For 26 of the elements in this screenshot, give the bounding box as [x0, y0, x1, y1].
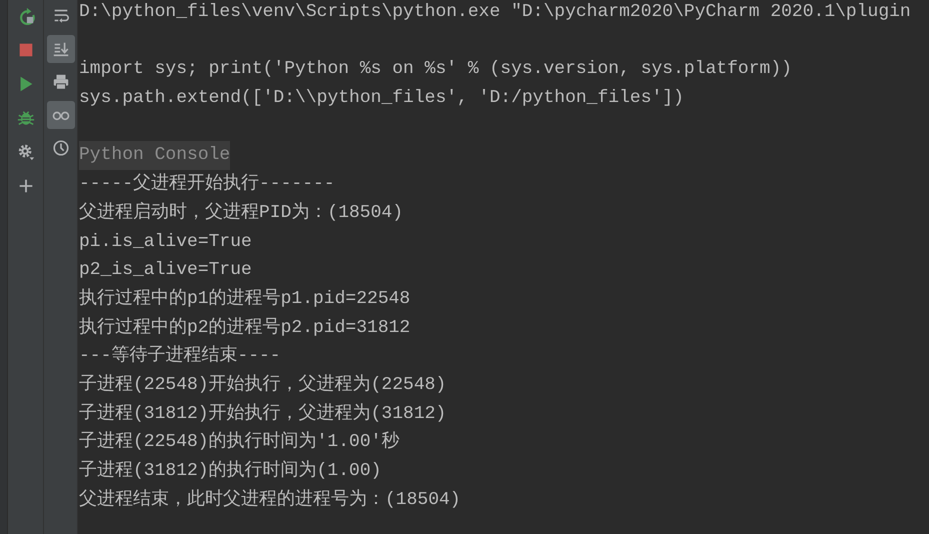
- output-line: 子进程(31812)开始执行，父进程为(31812): [79, 404, 446, 424]
- stop-icon: [16, 41, 34, 59]
- output-line: 父进程结束，此时父进程的进程号为：(18504): [79, 490, 461, 510]
- bug-icon: [16, 109, 34, 127]
- console-title: Python Console: [79, 141, 230, 170]
- add-icon: [16, 177, 34, 195]
- output-line: 子进程(22548)的执行时间为'1.00'秒: [79, 432, 400, 452]
- scroll-to-end-button[interactable]: [46, 35, 74, 63]
- scroll-to-end-icon: [52, 40, 70, 58]
- glasses-button[interactable]: [46, 101, 74, 129]
- output-line: pi.is_alive=True: [79, 232, 252, 252]
- output-line: 执行过程中的p1的进程号p1.pid=22548: [79, 288, 410, 309]
- output-line: 执行过程中的p2的进程号p2.pid=31812: [79, 318, 410, 338]
- printer-icon: [52, 73, 70, 91]
- settings-icon: [16, 143, 34, 161]
- clock-icon: [52, 139, 70, 157]
- output-line: p2_is_alive=True: [79, 260, 252, 280]
- output-line: ---等待子进程结束----: [79, 346, 281, 366]
- output-line: 父进程启动时，父进程PID为：(18504): [79, 202, 404, 223]
- output-line: 子进程(22548)开始执行，父进程为(22548): [79, 374, 446, 395]
- command-line: sys.path.extend(['D:\\python_files', 'D:/python_files']): [79, 88, 684, 108]
- command-line: import sys; print('Python %s on %s' % (sys.version, sys.platform)): [79, 59, 792, 80]
- output-line: 子进程(31812)的执行时间为(1.00): [79, 461, 382, 481]
- wrap-icon: [52, 7, 70, 25]
- command-line: D:\python_files\venv\Scripts\python.exe "D:\pycharm2020\PyCharm 2020.1\plugin: [79, 2, 911, 22]
- output-line: -----父进程开始执行-------: [79, 174, 335, 194]
